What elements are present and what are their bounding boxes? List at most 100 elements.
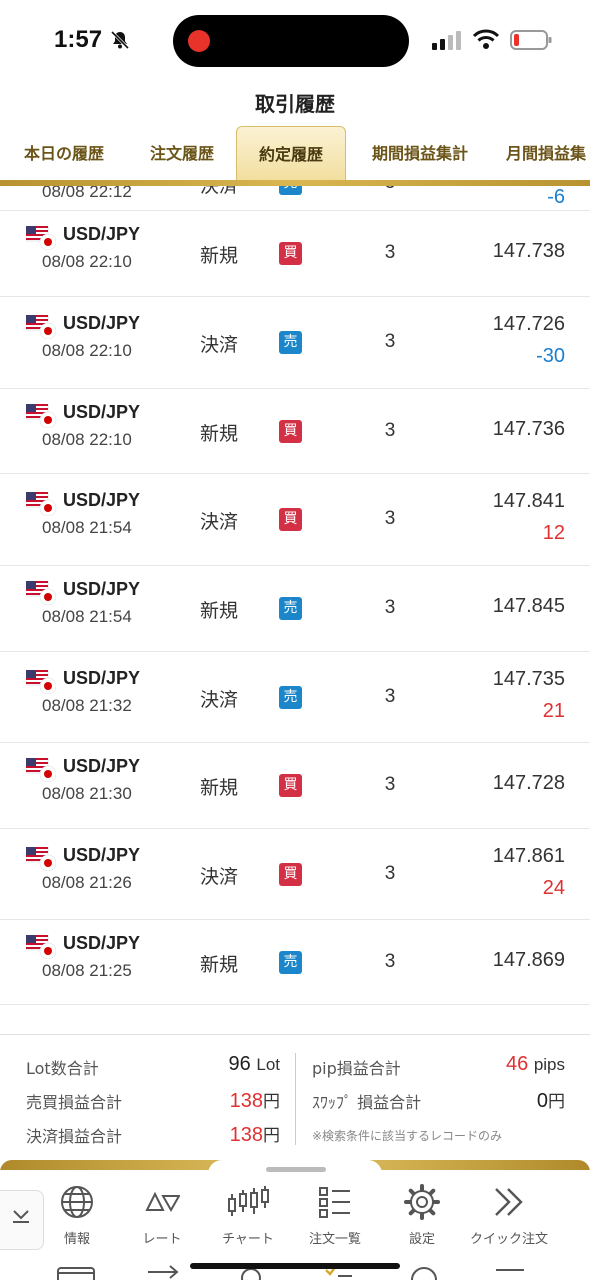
side-badge: 売 [279, 950, 302, 974]
trade-pl-value: 138円 [230, 1087, 280, 1113]
trade-kind: 新規 [200, 953, 239, 976]
trade-kind: 新規 [200, 777, 239, 799]
nav-settings[interactable]: 設定 [377, 1184, 467, 1247]
trade-kind: 決済 [200, 334, 239, 356]
nav-order-list[interactable]: 注文一覧 [290, 1184, 380, 1247]
usd-jpy-flag-icon [25, 757, 57, 783]
quantity: 3 [384, 950, 396, 972]
execution-row[interactable]: USD/JPY 08/08 22:10 新規 買 3 147.738 [0, 211, 590, 297]
execution-row[interactable]: USD/JPY 08/08 21:32 決済 売 3 147.735 21 [0, 652, 590, 743]
settle-pl-number: 138 [229, 1124, 263, 1146]
usd-jpy-flag-icon [25, 403, 57, 428]
nav-chart[interactable]: チャート [203, 1184, 293, 1247]
cellular-signal-icon [432, 31, 461, 50]
nav-info-label: 情報 [63, 1232, 90, 1247]
side-badge: 売 [279, 597, 302, 620]
recording-indicator-icon [188, 30, 210, 52]
quantity: 3 [384, 242, 396, 263]
tab-bar: 本日の履歴 注文履歴 約定履歴 期間損益集計 月間損益集 [0, 126, 590, 184]
nav-settings-label: 設定 [408, 1232, 435, 1247]
execution-row[interactable]: USD/JPY 08/08 22:10 新規 買 3 147.736 [0, 389, 590, 474]
pip-pl-unit: pips [533, 1055, 565, 1074]
tab-period-pl[interactable]: 期間損益集計 [362, 126, 478, 184]
execution-price: 147.738 [492, 240, 565, 262]
tab-execution-history[interactable]: 約定履歴 [236, 126, 346, 184]
pips-value: -30 [536, 345, 565, 367]
order-list-icon [319, 1187, 350, 1218]
swap-pl-value: 0円 [537, 1087, 565, 1113]
settle-pl-value: 138円 [230, 1121, 280, 1147]
execution-row[interactable]: USD/JPY 08/08 21:54 新規 売 3 147.845 [0, 566, 590, 652]
swap-pl-label: ｽﾜｯﾌﾟ 損益合計 [312, 1093, 422, 1112]
execution-row[interactable]: USD/JPY 08/08 22:10 決済 売 3 147.726 -30 [0, 297, 590, 389]
usd-jpy-flag-icon [25, 225, 57, 251]
side-badge: 買 [279, 242, 302, 265]
tab-monthly-pl[interactable]: 月間損益集 [506, 126, 590, 184]
execution-datetime: 08/08 22:10 [42, 252, 132, 271]
execution-list[interactable]: USD/JPY08/08 22:12決済売3147.7-6USD/JPY08/0… [0, 186, 590, 1034]
quantity: 3 [384, 597, 396, 618]
currency-pair: USD/JPY [63, 313, 141, 333]
execution-datetime: 08/08 21:26 [42, 872, 132, 892]
quantity: 3 [384, 862, 396, 884]
execution-price: 147.735 [492, 667, 565, 690]
execution-price: 147.861 [492, 844, 565, 867]
execution-datetime: 08/08 21:25 [42, 960, 132, 980]
execution-price: 147.845 [492, 595, 565, 617]
bell-muted-icon [110, 30, 130, 50]
execution-row[interactable]: USD/JPY 08/08 21:26 決済 買 3 147.861 24 [0, 829, 590, 920]
quantity: 3 [384, 508, 396, 529]
quantity: 3 [384, 685, 396, 707]
execution-price: 147.728 [492, 772, 565, 794]
menu-icon [496, 1269, 524, 1271]
nav-rate[interactable]: レート [117, 1184, 207, 1247]
tab-today-history[interactable]: 本日の履歴 [14, 126, 114, 184]
swap-pl-number: 0 [536, 1090, 548, 1112]
execution-datetime: 08/08 22:12 [42, 186, 132, 201]
currency-pair: USD/JPY [63, 932, 141, 953]
settle-pl-unit: 円 [263, 1126, 280, 1145]
page-title: 取引履歴 [255, 92, 335, 116]
pips-value: 24 [542, 876, 565, 899]
tab-order-history[interactable]: 注文履歴 [140, 126, 224, 184]
execution-row[interactable]: USD/JPY08/08 22:12決済売3147.7-6 [0, 186, 590, 211]
wifi-icon [472, 29, 500, 49]
usd-jpy-flag-icon [25, 846, 57, 871]
status-bar: 1:57 [0, 0, 590, 82]
execution-price: 147.841 [492, 490, 565, 512]
trade-pl-unit: 円 [263, 1092, 280, 1111]
execution-price: 147.736 [492, 417, 565, 440]
currency-pair: USD/JPY [63, 667, 141, 688]
trade-kind: 新規 [200, 600, 239, 622]
rate-triangles-icon [145, 1191, 180, 1213]
candlestick-icon [228, 1186, 269, 1216]
home-indicator[interactable] [190, 1263, 400, 1269]
nav-info[interactable]: 情報 [32, 1184, 122, 1247]
drawer-handle[interactable] [266, 1167, 326, 1172]
execution-datetime: 08/08 21:32 [42, 695, 132, 715]
globe-icon [61, 1186, 93, 1218]
currency-pair: USD/JPY [63, 844, 141, 865]
trade-kind: 決済 [200, 865, 239, 888]
execution-datetime: 08/08 22:10 [42, 429, 132, 449]
execution-row[interactable]: USD/JPY 08/08 21:25 新規 売 3 147.869 [0, 920, 590, 1005]
settle-pl-label: 決済損益合計 [26, 1127, 123, 1146]
lot-total-number: 96 [228, 1053, 251, 1075]
side-badge: 買 [279, 508, 302, 531]
double-chevron-icon [495, 1188, 523, 1216]
trade-pl-number: 138 [229, 1090, 263, 1112]
pips-value: 21 [542, 699, 565, 722]
usd-jpy-flag-icon [25, 314, 57, 340]
nav-rate-label: レート [142, 1232, 182, 1247]
summary-panel: Lot数合計 96 Lot 売買損益合計 138円 決済損益合計 138円 pi… [0, 1034, 590, 1160]
usd-jpy-flag-icon [25, 934, 57, 959]
execution-rows: USD/JPY08/08 22:12決済売3147.7-6USD/JPY08/0… [0, 186, 590, 1005]
side-badge: 買 [279, 419, 302, 443]
execution-datetime: 08/08 21:54 [42, 607, 132, 626]
lot-total-unit: Lot [256, 1055, 280, 1074]
lot-total-label: Lot数合計 [26, 1059, 99, 1078]
nav-quick-order[interactable]: クイック注文 [464, 1184, 554, 1247]
summary-note: ※検索条件に該当するレコードのみ [312, 1129, 503, 1143]
execution-row[interactable]: USD/JPY 08/08 21:30 新規 買 3 147.728 [0, 743, 590, 829]
execution-row[interactable]: USD/JPY 08/08 21:54 決済 買 3 147.841 12 [0, 474, 590, 566]
